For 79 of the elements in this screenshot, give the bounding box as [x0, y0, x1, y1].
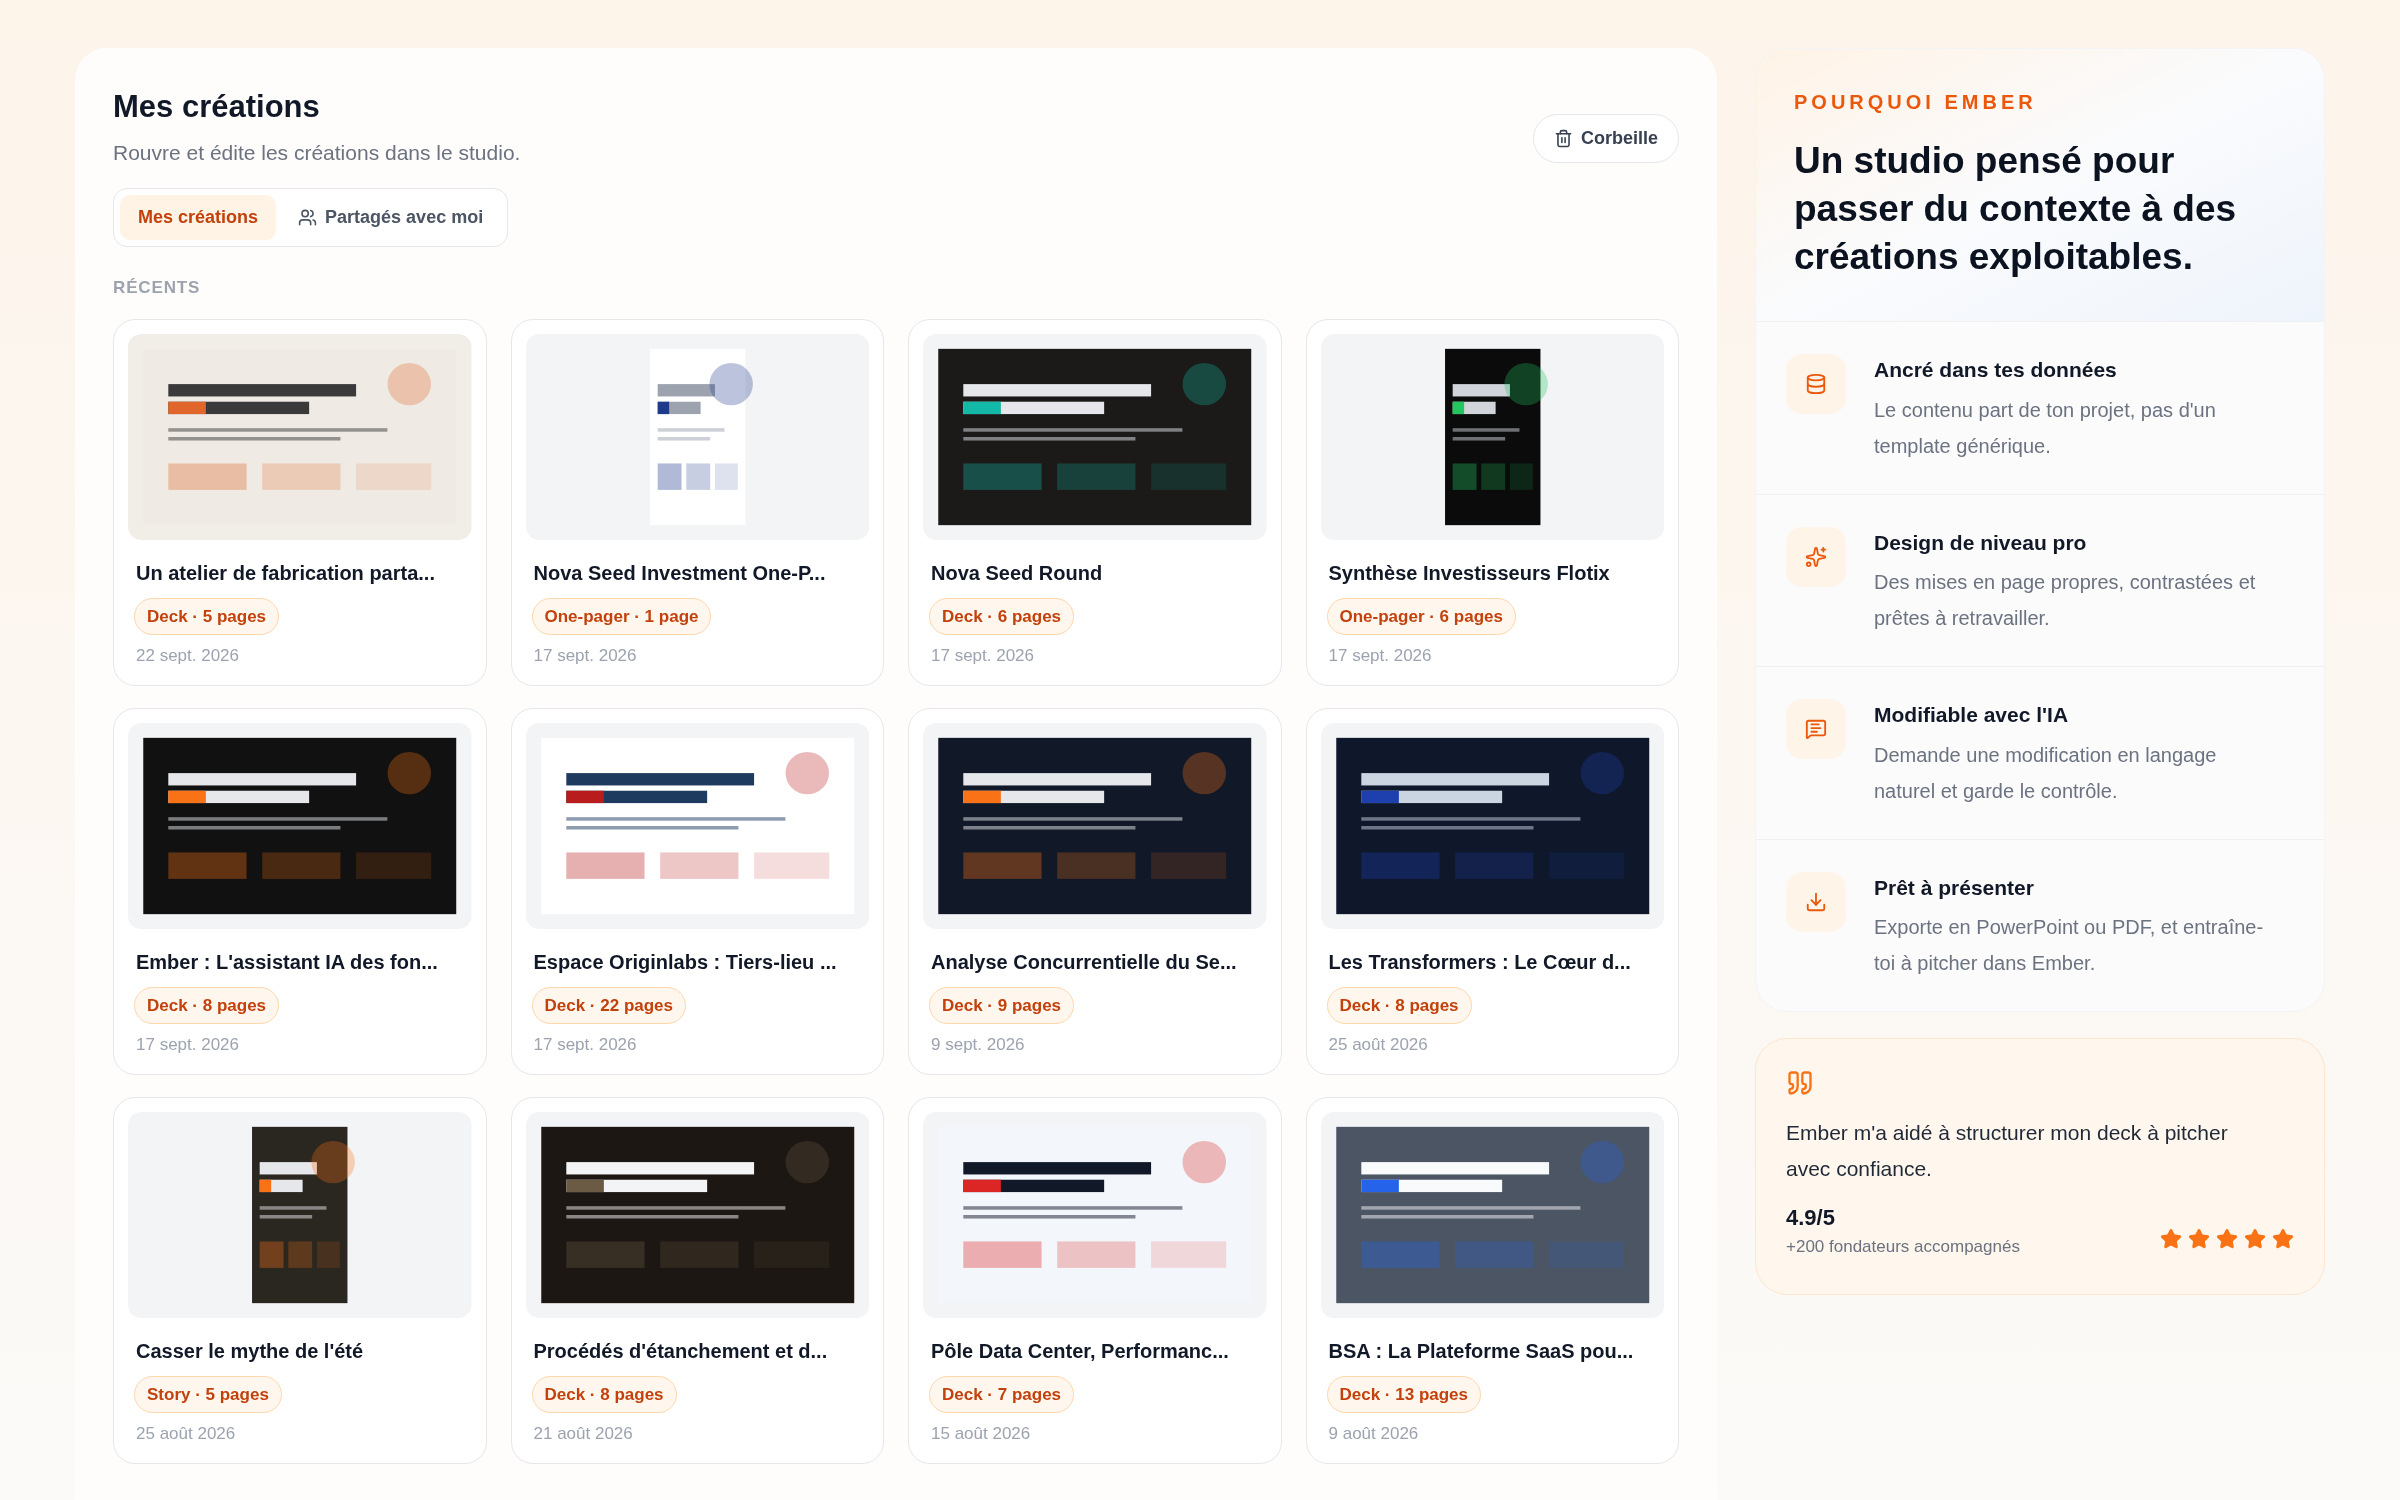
type-badge: Deck · 13 pages [1326, 1375, 1481, 1414]
section-label: RÉCENTS [113, 277, 202, 300]
card-date: 9 sept. 2026 [930, 1034, 1026, 1057]
testimonial-quote: Ember m'a aidé à structurer mon deck à pitcher avec confiance. [1786, 1120, 2229, 1183]
creation-card[interactable]: Procédés d'étanchement et d... Deck · 8 pages 21 août 2026 [510, 1096, 884, 1464]
star-icon [2272, 1227, 2294, 1250]
type-badge: Story · 5 pages [134, 1375, 282, 1414]
feature-text: Demande une modification en langage naturel et garde le contrôle. [1874, 742, 2218, 804]
type-badge: Deck · 5 pages [134, 597, 280, 636]
type-badge: Deck · 8 pages [1326, 986, 1472, 1025]
quote-icon [1786, 1069, 1814, 1098]
type-badge: Deck · 6 pages [929, 597, 1075, 636]
tab[interactable]: Partagés avec moi [280, 195, 502, 241]
card-date: 17 sept. 2026 [1327, 645, 1433, 668]
card-title: BSA : La Plateforme SaaS pou... [1327, 1338, 1635, 1364]
feature-title: Design de niveau pro [1874, 529, 2088, 556]
card-date: 22 sept. 2026 [135, 645, 241, 668]
card-title: Ember : L'assistant IA des fon... [135, 949, 439, 975]
card-title: Nova Seed Investment One-P... [532, 560, 827, 586]
card-date: 17 sept. 2026 [532, 1034, 638, 1057]
type-badge: One-pager · 6 pages [1326, 597, 1516, 636]
tab[interactable]: Mes créations [120, 195, 277, 241]
rating-value: 4.9/5 [1786, 1204, 1836, 1233]
trash-button[interactable]: Corbeille [1532, 113, 1679, 163]
card-date: 17 sept. 2026 [135, 1034, 241, 1057]
creation-card[interactable]: Ember : L'assistant IA des fon... Deck · 8 pages 17 sept. 2026 [113, 707, 487, 1075]
feature-text: Le contenu part de ton projet, pas d'un template générique. [1874, 397, 2217, 459]
type-badge: One-pager · 1 page [531, 597, 712, 636]
card-date: 25 août 2026 [135, 1423, 237, 1446]
card-date: 17 sept. 2026 [930, 645, 1036, 668]
creation-card[interactable]: Les Transformers : Le Cœur d... Deck · 8 pages 25 août 2026 [1305, 707, 1679, 1075]
card-date: 21 août 2026 [532, 1423, 634, 1446]
card-date: 25 août 2026 [1327, 1034, 1429, 1057]
feature-text: Exporte en PowerPoint ou PDF, et entraîne-toi à pitcher dans Ember. [1874, 915, 2265, 977]
star-icon [2188, 1227, 2210, 1250]
why-heading: Un studio pensé pour passer du contexte à des créations exploitables. [1794, 139, 2238, 280]
sparkle-icon [1805, 545, 1827, 568]
creation-card[interactable]: Espace Originlabs : Tiers-lieu ... Deck · 22 pages 17 sept. 2026 [510, 707, 884, 1075]
creation-card[interactable]: Synthèse Investisseurs Flotix One-pager · 6 pages 17 sept. 2026 [1305, 318, 1679, 686]
trash-icon [1553, 128, 1573, 148]
type-badge: Deck · 8 pages [531, 1375, 677, 1414]
card-title: Casser le mythe de l'été [135, 1338, 365, 1364]
eyebrow-label: POURQUOI EMBER [1794, 90, 2038, 115]
feature-title: Prêt à présenter [1874, 874, 2035, 901]
creation-card[interactable]: Pôle Data Center, Performanc... Deck · 7 pages 15 août 2026 [908, 1096, 1282, 1464]
card-title: Espace Originlabs : Tiers-lieu ... [532, 949, 838, 975]
card-title: Pôle Data Center, Performanc... [930, 1338, 1230, 1364]
feature-title: Ancré dans tes données [1874, 357, 2118, 384]
download-icon [1805, 890, 1827, 913]
star-icon [2244, 1227, 2266, 1250]
creation-card[interactable]: Nova Seed Investment One-P... One-pager · 1 page 17 sept. 2026 [510, 318, 884, 686]
card-title: Les Transformers : Le Cœur d... [1327, 949, 1632, 975]
type-badge: Deck · 8 pages [134, 986, 280, 1025]
card-date: 9 août 2026 [1327, 1423, 1420, 1446]
creation-card[interactable]: Analyse Concurrentielle du Se... Deck · 9 pages 9 sept. 2026 [908, 707, 1282, 1075]
star-icon [2160, 1227, 2182, 1250]
type-badge: Deck · 9 pages [929, 986, 1075, 1025]
card-title: Procédés d'étanchement et d... [532, 1338, 829, 1364]
card-title: Un atelier de fabrication parta... [135, 560, 436, 586]
feature-title: Modifiable avec l'IA [1874, 702, 2070, 729]
card-date: 17 sept. 2026 [532, 645, 638, 668]
card-title: Nova Seed Round [930, 560, 1104, 586]
feature-text: Des mises en page propres, contrastées et prêtes à retravailler. [1874, 570, 2257, 632]
card-title: Synthèse Investisseurs Flotix [1327, 560, 1611, 586]
creation-card[interactable]: Un atelier de fabrication parta... Deck · 5 pages 22 sept. 2026 [113, 318, 487, 686]
creation-card[interactable]: BSA : La Plateforme SaaS pou... Deck · 13 pages 9 août 2026 [1305, 1096, 1679, 1464]
rating-caption: +200 fondateurs accompagnés [1786, 1236, 2020, 1259]
type-badge: Deck · 22 pages [531, 986, 686, 1025]
message-icon [1805, 718, 1827, 741]
creation-card[interactable]: Nova Seed Round Deck · 6 pages 17 sept. 2026 [908, 318, 1282, 686]
users-icon [298, 208, 318, 228]
card-date: 15 août 2026 [930, 1423, 1032, 1446]
page-title: Mes créations [113, 88, 321, 126]
creation-card[interactable]: Casser le mythe de l'été Story · 5 pages 25 août 2026 [113, 1096, 487, 1464]
card-title: Analyse Concurrentielle du Se... [930, 949, 1238, 975]
page-subtitle: Rouvre et édite les créations dans le studio. [113, 139, 521, 166]
database-icon [1805, 373, 1827, 396]
star-icon [2216, 1227, 2238, 1250]
type-badge: Deck · 7 pages [929, 1375, 1075, 1414]
